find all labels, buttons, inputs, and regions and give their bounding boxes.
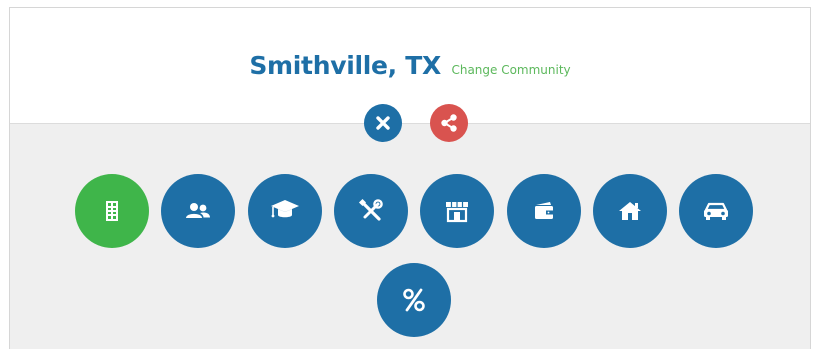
category-deals-button[interactable] xyxy=(377,263,451,337)
category-real-estate-button[interactable] xyxy=(593,174,667,248)
tools-icon xyxy=(358,198,383,221)
wallet-icon xyxy=(535,202,553,219)
category-people-button[interactable] xyxy=(161,174,235,248)
community-title: Smithville, TX xyxy=(249,51,441,80)
community-panel: Smithville, TX Change Community xyxy=(9,7,811,349)
header: Smithville, TX Change Community xyxy=(10,8,810,124)
change-community-link[interactable]: Change Community xyxy=(451,63,570,77)
people-icon xyxy=(186,203,210,218)
title-row: Smithville, TX Change Community xyxy=(10,51,810,80)
percent-icon xyxy=(403,288,425,312)
storefront-icon xyxy=(446,202,468,223)
share-button[interactable] xyxy=(430,104,468,142)
category-shopping-button[interactable] xyxy=(420,174,494,248)
close-icon xyxy=(376,116,390,130)
close-button[interactable] xyxy=(364,104,402,142)
car-icon xyxy=(704,202,728,220)
category-services-button[interactable] xyxy=(334,174,408,248)
home-icon xyxy=(619,202,641,220)
share-icon xyxy=(441,114,457,132)
directory-icon xyxy=(106,201,118,221)
graduation-cap-icon xyxy=(271,200,299,218)
category-directory-button[interactable] xyxy=(75,174,149,248)
category-finance-button[interactable] xyxy=(507,174,581,248)
category-automotive-button[interactable] xyxy=(679,174,753,248)
category-education-button[interactable] xyxy=(248,174,322,248)
